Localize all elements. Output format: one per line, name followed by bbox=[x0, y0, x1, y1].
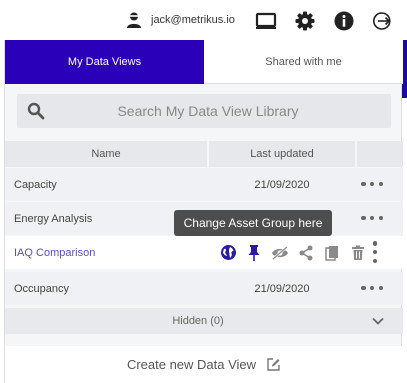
row-last-updated: 21/09/2020 bbox=[254, 178, 310, 191]
table-row[interactable]: Occupancy 21/09/2020 bbox=[5, 272, 403, 305]
gear-icon[interactable] bbox=[294, 10, 316, 32]
trash-icon[interactable] bbox=[349, 244, 367, 262]
row-name[interactable]: Occupancy bbox=[14, 272, 69, 305]
column-header-actions bbox=[357, 141, 403, 167]
copy-icon[interactable] bbox=[323, 244, 341, 262]
top-bar: jack@metrikus.io bbox=[0, 0, 407, 40]
row-name[interactable]: Capacity bbox=[14, 168, 57, 201]
more-horizontal-icon[interactable] bbox=[361, 178, 383, 190]
tooltip: Change Asset Group here bbox=[174, 210, 332, 236]
column-header-last-updated[interactable]: Last updated bbox=[209, 141, 355, 167]
user-menu[interactable]: jack@metrikus.io bbox=[125, 10, 235, 30]
hidden-label: Hidden (0) bbox=[172, 315, 224, 327]
info-icon[interactable] bbox=[333, 10, 355, 32]
search-icon bbox=[27, 102, 45, 120]
logout-icon[interactable] bbox=[372, 10, 394, 32]
row-last-updated: 21/09/2020 bbox=[254, 282, 310, 295]
row-actions bbox=[219, 236, 375, 269]
user-icon bbox=[125, 11, 143, 29]
search-bar bbox=[17, 94, 391, 128]
more-horizontal-icon[interactable] bbox=[361, 212, 383, 224]
tab-shared-with-me[interactable]: Shared with me bbox=[204, 40, 403, 84]
edit-icon bbox=[266, 357, 281, 372]
pin-icon[interactable] bbox=[245, 244, 263, 262]
more-vertical-icon[interactable] bbox=[372, 241, 378, 263]
hidden-section-toggle[interactable]: Hidden (0) bbox=[5, 308, 403, 334]
column-header-name[interactable]: Name bbox=[5, 141, 207, 167]
table-row-hovered[interactable]: IAQ Comparison bbox=[5, 236, 403, 269]
create-data-view-button[interactable]: Create new Data View bbox=[5, 346, 403, 383]
share-icon[interactable] bbox=[297, 244, 315, 262]
hide-icon[interactable] bbox=[271, 244, 289, 262]
tab-bar: My Data Views Shared with me bbox=[5, 40, 403, 84]
create-data-view-label: Create new Data View bbox=[126, 357, 257, 372]
row-name[interactable]: Energy Analysis bbox=[14, 202, 92, 235]
more-horizontal-icon[interactable] bbox=[361, 282, 383, 294]
table-header: Name Last updated bbox=[5, 141, 403, 167]
globe-icon[interactable] bbox=[219, 244, 237, 262]
row-name[interactable]: IAQ Comparison bbox=[14, 236, 95, 269]
tab-my-data-views[interactable]: My Data Views bbox=[5, 40, 204, 84]
user-email: jack@metrikus.io bbox=[151, 14, 235, 26]
table-row[interactable]: Capacity 21/09/2020 bbox=[5, 168, 403, 201]
monitor-icon[interactable] bbox=[255, 10, 277, 32]
search-input[interactable] bbox=[45, 103, 371, 119]
chevron-down-icon[interactable] bbox=[371, 314, 385, 328]
